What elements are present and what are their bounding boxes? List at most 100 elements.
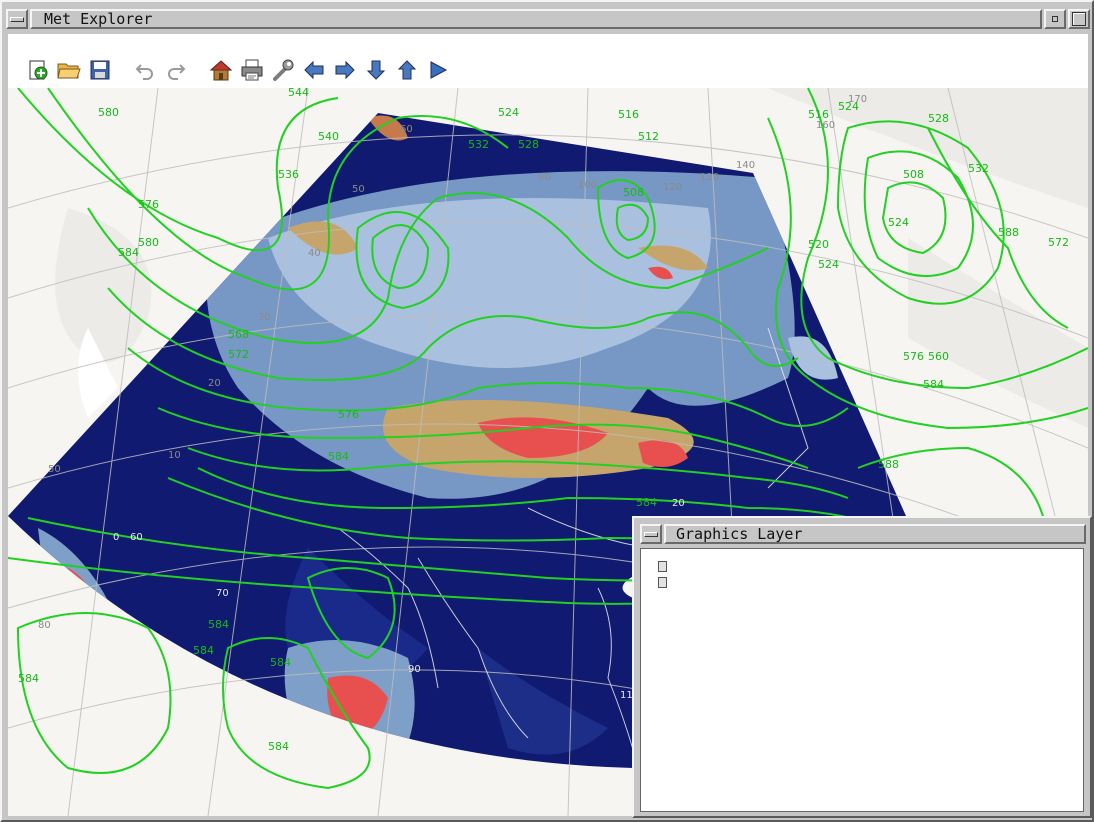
layer-list [640,548,1084,812]
maximize-button[interactable] [1068,9,1090,29]
contour-label: 584 [636,496,657,509]
contour-label: 524 [818,258,839,271]
contour-label: 588 [998,226,1019,239]
contour-label: 584 [268,740,289,753]
grid-label: 120 [663,182,682,193]
grid-label: 60 [130,532,143,543]
contour-label: 584 [193,644,214,657]
contour-label: 576 [138,198,159,211]
settings-button[interactable] [271,58,295,82]
pan-down-button[interactable] [364,58,388,82]
print-button[interactable] [240,58,264,82]
grid-label: 60 [400,124,413,135]
toolbar [26,58,457,82]
new-file-icon [29,60,48,80]
contour-label: 528 [518,138,539,151]
window-menu-icon [10,16,24,22]
contour-label: 588 [878,458,899,471]
save-icon [90,60,110,80]
contour-label: 584 [118,246,139,259]
print-icon [241,59,263,81]
pan-right-button[interactable] [333,58,357,82]
new-file-button[interactable] [26,58,50,82]
grid-label: 140 [736,160,755,171]
grid-label: 20 [208,378,221,389]
contour-label: 584 [328,450,349,463]
contour-label: 584 [923,378,944,391]
undo-icon [135,64,153,80]
contour-label: 572 [1048,236,1069,249]
contour-label: 584 [208,618,229,631]
grid-label: 160 [816,120,835,131]
document-icon [658,577,667,588]
arrow-down-icon [366,60,386,80]
pan-left-button[interactable] [302,58,326,82]
arrow-right-icon [335,60,355,80]
window-menu-icon [644,531,658,537]
layer-item[interactable] [657,577,669,589]
document-icon [658,561,667,572]
wrench-icon [273,59,294,81]
pan-up-button[interactable] [395,58,419,82]
graphics-layer-title: Graphics Layer [664,524,1086,544]
grid-label: 0 [113,532,119,543]
contour-label: 580 [98,106,119,119]
window-title: Met Explorer [30,9,1042,29]
contour-label: 580 [138,236,159,249]
contour-label: 540 [318,130,339,143]
grid-label: 20 [672,498,685,509]
grid-label: 40 [308,248,321,259]
minimize-button[interactable] [1044,9,1066,29]
grid-label: 130 [700,172,719,183]
met-explorer-window: Met Explorer 580 544 540 536 576 580 584… [0,0,1094,822]
play-button[interactable] [426,58,450,82]
grid-label: 10 [168,450,181,461]
graphics-layer-title-bar[interactable]: Graphics Layer [640,522,1086,546]
contour-label: 536 [278,168,299,181]
grid-label: 50 [48,464,61,475]
grid-label: 80 [38,620,51,631]
arrow-up-icon [397,60,417,80]
contour-label: 532 [968,162,989,175]
contour-label: 544 [288,88,309,99]
open-folder-icon [57,63,81,79]
window-menu-button[interactable] [6,9,28,29]
title-bar[interactable]: Met Explorer [6,6,1090,32]
contour-label: 520 [808,238,829,251]
minimize-icon [1052,16,1058,22]
play-icon [430,61,448,79]
maximize-icon [1072,12,1086,26]
contour-label: 512 [638,130,659,143]
contour-label: 572 [228,348,249,361]
grid-label: 90 [538,172,551,183]
contour-label: 560 [928,350,949,363]
contour-label: 508 [903,168,924,181]
redo-icon [168,64,186,80]
grid-label: 30 [258,312,271,323]
layer-item[interactable] [657,561,669,573]
contour-label: 576 [903,350,924,363]
contour-label: 516 [618,108,639,121]
arrow-left-icon [304,60,324,80]
redo-button[interactable] [164,58,188,82]
grid-label: 50 [352,184,365,195]
grid-label: 100 [578,180,597,191]
undo-button[interactable] [133,58,157,82]
grid-label: 70 [216,588,229,599]
contour-label: 508 [623,186,644,199]
contour-label: 576 [338,408,359,421]
contour-label: 524 [888,216,909,229]
graphics-layer-window: Graphics Layer [632,516,1092,818]
grid-label: 170 [848,94,867,105]
contour-label: 524 [498,106,519,119]
open-folder-button[interactable] [57,58,81,82]
graphics-layer-menu-button[interactable] [640,524,662,544]
contour-label: 528 [928,112,949,125]
home-button[interactable] [209,58,233,82]
home-icon [209,60,233,81]
contour-label: 568 [228,328,249,341]
contour-label: 584 [18,672,39,685]
save-button[interactable] [88,58,112,82]
contour-label: 532 [468,138,489,151]
contour-label: 584 [270,656,291,669]
